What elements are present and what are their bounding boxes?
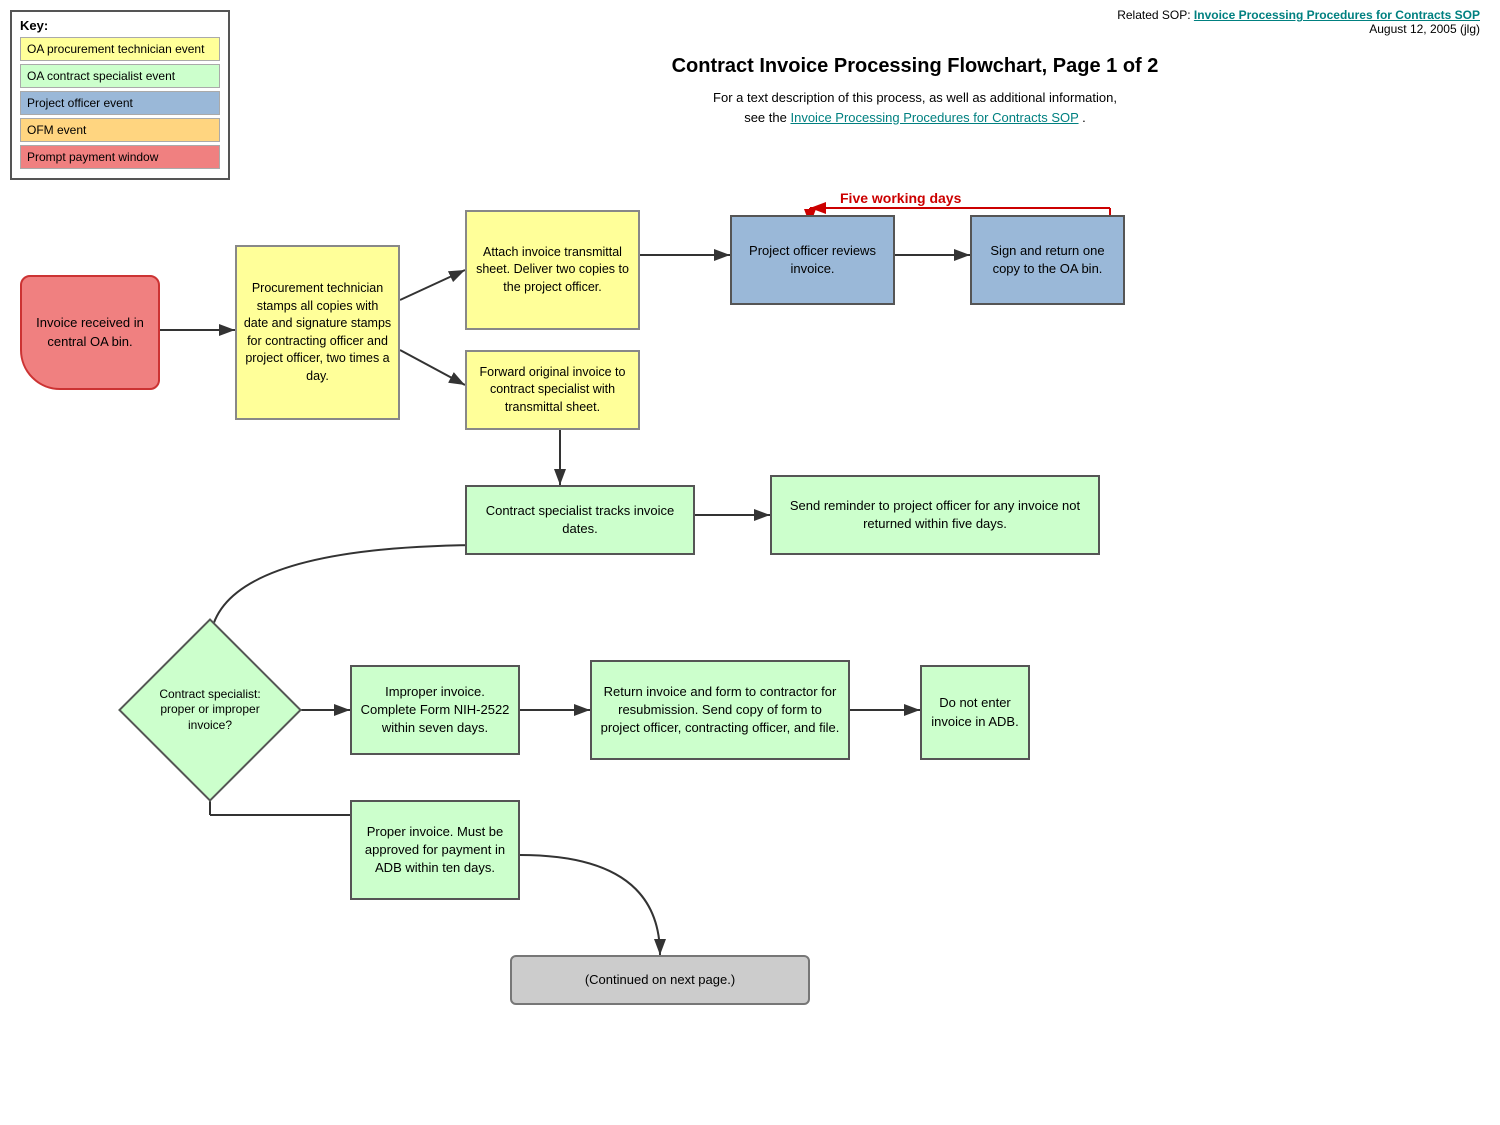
attach-transmittal-box: Attach invoice transmittal sheet. Delive… — [465, 210, 640, 330]
legend-item-3: OFM event — [20, 118, 220, 142]
diamond-text: Contract specialist: proper or improper … — [145, 645, 275, 775]
proc-tech-box: Procurement technician stamps all copies… — [235, 245, 400, 420]
forward-original-box: Forward original invoice to contract spe… — [465, 350, 640, 430]
page-title: Contract Invoice Processing Flowchart, P… — [350, 55, 1480, 78]
contract-specialist-tracks-box: Contract specialist tracks invoice dates… — [465, 485, 695, 555]
project-officer-reviews-box: Project officer reviews invoice. — [730, 215, 895, 305]
return-invoice-box: Return invoice and form to contractor fo… — [590, 660, 850, 760]
improper-invoice-box: Improper invoice. Complete Form NIH-2522… — [350, 665, 520, 755]
legend-item-0: OA procurement technician event — [20, 37, 220, 61]
page-subtitle: For a text description of this process, … — [350, 88, 1480, 127]
related-sop-label: Related SOP: — [1117, 8, 1190, 22]
subtitle-link[interactable]: Invoice Processing Procedures for Contra… — [790, 110, 1078, 125]
flowchart: Invoice received in central OA bin. Proc… — [10, 155, 1490, 1115]
legend-item-1: OA contract specialist event — [20, 64, 220, 88]
header: Related SOP: Invoice Processing Procedur… — [1117, 8, 1480, 36]
continued-box: (Continued on next page.) — [510, 955, 810, 1005]
sop-link[interactable]: Invoice Processing Procedures for Contra… — [1194, 8, 1480, 22]
sign-return-box: Sign and return one copy to the OA bin. — [970, 215, 1125, 305]
do-not-enter-box: Do not enter invoice in ADB. — [920, 665, 1030, 760]
legend-item-2: Project officer event — [20, 91, 220, 115]
invoice-received-box: Invoice received in central OA bin. — [20, 275, 160, 390]
send-reminder-box: Send reminder to project officer for any… — [770, 475, 1100, 555]
legend-title: Key: — [20, 18, 220, 33]
date-label: August 12, 2005 (jlg) — [1369, 22, 1480, 36]
proper-invoice-box: Proper invoice. Must be approved for pay… — [350, 800, 520, 900]
five-days-label: Five working days — [840, 190, 961, 206]
diamond-container: Contract specialist: proper or improper … — [145, 645, 275, 775]
